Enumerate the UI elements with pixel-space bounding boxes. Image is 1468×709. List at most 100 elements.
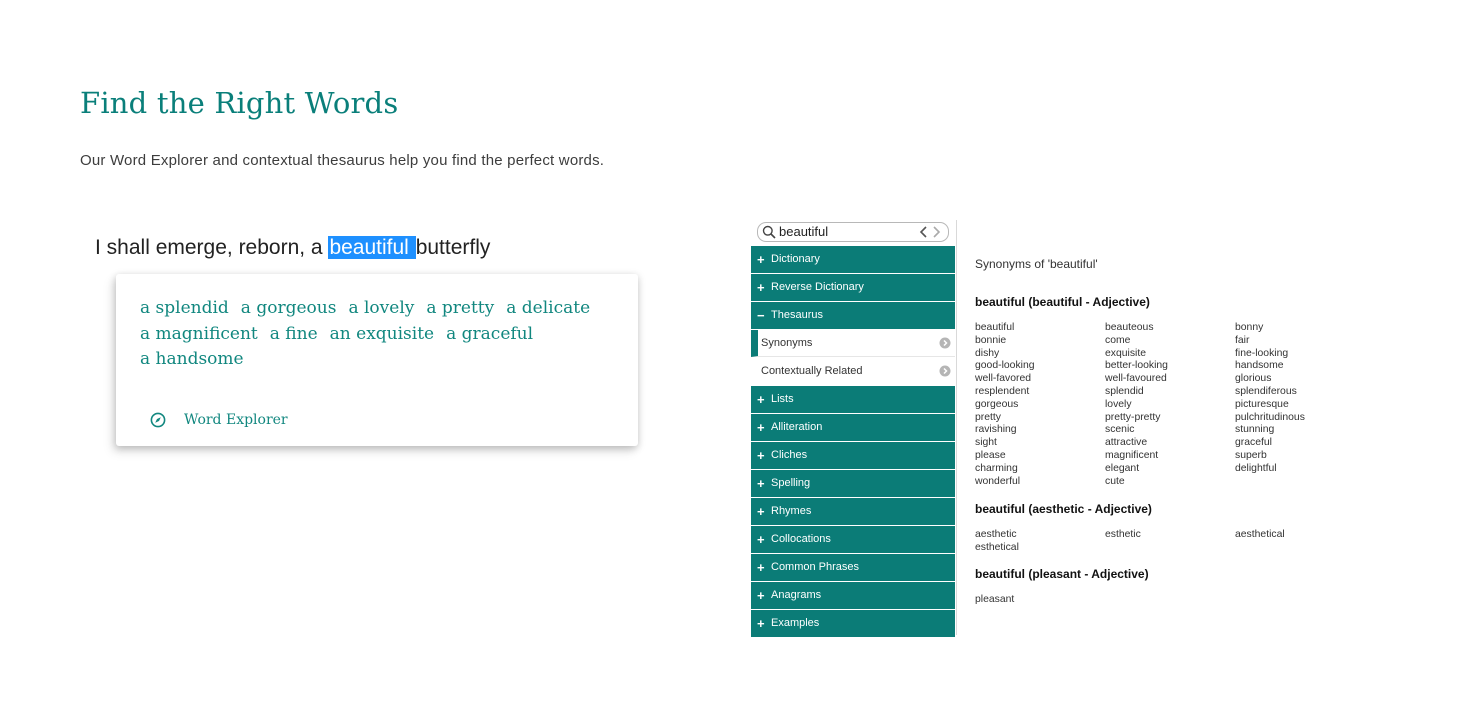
synonym-word[interactable]: picturesque xyxy=(1235,399,1345,412)
compass-icon xyxy=(150,412,166,428)
suggestion-a-gorgeous[interactable]: a gorgeous xyxy=(241,296,337,322)
synonym-word[interactable]: cute xyxy=(1105,476,1235,489)
synonym-word[interactable]: lovely xyxy=(1105,399,1235,412)
sidebar-item-anagrams[interactable]: + Anagrams xyxy=(751,582,955,609)
subnav-item-label: Contextually Related xyxy=(761,365,863,377)
synonym-word[interactable]: delightful xyxy=(1235,463,1345,476)
suggestion-a-lovely[interactable]: a lovely xyxy=(348,296,414,322)
synonym-word[interactable]: come xyxy=(1105,335,1235,348)
sidebar-item-label: Lists xyxy=(771,393,794,405)
synonym-word[interactable]: well-favoured xyxy=(1105,373,1235,386)
synonym-word[interactable]: esthetical xyxy=(975,542,1105,555)
synonym-word[interactable]: magnificent xyxy=(1105,450,1235,463)
example-sentence: I shall emerge, reborn, a beautiful butt… xyxy=(95,236,490,260)
synonym-word[interactable]: fair xyxy=(1235,335,1345,348)
sidebar-item-examples[interactable]: + Examples xyxy=(751,610,955,637)
synonym-word[interactable]: fine-looking xyxy=(1235,348,1345,361)
chevron-right-icon xyxy=(939,365,951,377)
word-explorer-link[interactable]: Word Explorer xyxy=(150,412,288,428)
suggestion-a-pretty[interactable]: a pretty xyxy=(426,296,494,322)
sidebar-item-dictionary[interactable]: + Dictionary xyxy=(751,246,955,273)
synonym-word[interactable]: good-looking xyxy=(975,360,1105,373)
synonym-word[interactable]: splendiferous xyxy=(1235,386,1345,399)
synonym-word[interactable]: pretty-pretty xyxy=(1105,412,1235,425)
plus-icon: + xyxy=(757,504,765,519)
synonym-word[interactable]: pleasant xyxy=(975,594,1105,607)
thesaurus-app: beautiful + Dictionary + Reverse Dictionary… xyxy=(751,220,1351,638)
suggestion-a-magnificent[interactable]: a magnificent xyxy=(140,322,258,348)
sidebar-item-alliteration[interactable]: + Alliteration xyxy=(751,414,955,441)
synonym-word[interactable]: stunning xyxy=(1235,424,1345,437)
synonym-word[interactable]: attractive xyxy=(1105,437,1235,450)
subnav-item-contextually-related[interactable]: Contextually Related xyxy=(751,358,955,385)
suggestion-a-fine[interactable]: a fine xyxy=(270,322,318,348)
plus-icon: + xyxy=(757,280,765,295)
synonym-word[interactable]: splendid xyxy=(1105,386,1235,399)
suggestion-a-splendid[interactable]: a splendid xyxy=(140,296,229,322)
synonym-word[interactable]: well-favored xyxy=(975,373,1105,386)
word-explorer-label: Word Explorer xyxy=(184,412,288,428)
synonym-word[interactable]: sight xyxy=(975,437,1105,450)
synonym-word[interactable]: charming xyxy=(975,463,1105,476)
synonym-word[interactable]: ravishing xyxy=(975,424,1105,437)
synonym-word[interactable]: scenic xyxy=(1105,424,1235,437)
sidebar-item-collocations[interactable]: + Collocations xyxy=(751,526,955,553)
synonym-word[interactable]: beauteous xyxy=(1105,322,1235,335)
synonym-word[interactable]: bonny xyxy=(1235,322,1345,335)
synonym-word[interactable]: graceful xyxy=(1235,437,1345,450)
subnav-item-label: Synonyms xyxy=(761,337,813,349)
sidebar-item-label: Cliches xyxy=(771,449,808,461)
plus-icon: + xyxy=(757,616,765,631)
synonym-word[interactable]: aesthetic xyxy=(975,529,1105,542)
synonym-word[interactable]: wonderful xyxy=(975,476,1105,489)
sidebar-item-common-phrases[interactable]: + Common Phrases xyxy=(751,554,955,581)
plus-icon: + xyxy=(757,476,765,491)
synonym-word[interactable]: superb xyxy=(1235,450,1345,463)
suggestion-a-delicate[interactable]: a delicate xyxy=(506,296,590,322)
synonym-word[interactable]: pretty xyxy=(975,412,1105,425)
synonym-grid: beautiful beauteous bonny bonnie come fair dis… xyxy=(975,322,1345,488)
sidebar-item-cliches[interactable]: + Cliches xyxy=(751,442,955,469)
sidebar-item-label: Thesaurus xyxy=(771,309,823,321)
sidebar-item-label: Dictionary xyxy=(771,253,820,265)
suggestion-list: a splendid a gorgeous a lovely a pretty a de… xyxy=(140,296,610,373)
sidebar-item-label: Rhymes xyxy=(771,505,812,517)
synonym-word[interactable]: exquisite xyxy=(1105,348,1235,361)
sidebar-item-label: Reverse Dictionary xyxy=(771,281,864,293)
minus-icon: − xyxy=(757,308,765,323)
synonym-word[interactable]: please xyxy=(975,450,1105,463)
sidebar: beautiful + Dictionary + Reverse Dictionary… xyxy=(751,220,957,638)
history-arrows-icon[interactable] xyxy=(918,225,944,239)
sidebar-item-label: Anagrams xyxy=(771,589,822,601)
synonym-word[interactable]: bonnie xyxy=(975,335,1105,348)
plus-icon: + xyxy=(757,420,765,435)
synonym-word[interactable]: elegant xyxy=(1105,463,1235,476)
search-input[interactable]: beautiful xyxy=(757,222,949,242)
synonym-word[interactable]: dishy xyxy=(975,348,1105,361)
plus-icon: + xyxy=(757,560,765,575)
suggestion-an-exquisite[interactable]: an exquisite xyxy=(330,322,434,348)
highlighted-word[interactable]: beautiful xyxy=(328,236,416,259)
sidebar-nav: + Dictionary + Reverse Dictionary − Thesaurus… xyxy=(751,246,955,638)
sidebar-item-reverse-dictionary[interactable]: + Reverse Dictionary xyxy=(751,274,955,301)
synonym-word[interactable]: beautiful xyxy=(975,322,1105,335)
synonym-word[interactable]: glorious xyxy=(1235,373,1345,386)
sidebar-item-thesaurus[interactable]: − Thesaurus xyxy=(751,302,955,329)
search-icon xyxy=(762,225,776,239)
synonym-grid: aesthetic esthetic aesthetical esthetical xyxy=(975,529,1345,555)
sidebar-item-lists[interactable]: + Lists xyxy=(751,386,955,413)
synonym-word[interactable]: resplendent xyxy=(975,386,1105,399)
sidebar-item-spelling[interactable]: + Spelling xyxy=(751,470,955,497)
sidebar-item-label: Examples xyxy=(771,617,820,629)
suggestion-a-graceful[interactable]: a graceful xyxy=(446,322,533,348)
subnav-item-synonyms[interactable]: Synonyms xyxy=(751,330,955,357)
synonym-word[interactable]: gorgeous xyxy=(975,399,1105,412)
synonym-word[interactable]: pulchritudinous xyxy=(1235,412,1345,425)
synonym-word[interactable]: aesthetical xyxy=(1235,529,1345,542)
synonym-word[interactable]: better-looking xyxy=(1105,360,1235,373)
suggestion-a-handsome[interactable]: a handsome xyxy=(140,347,244,373)
synonym-word[interactable]: handsome xyxy=(1235,360,1345,373)
plus-icon: + xyxy=(757,252,765,267)
synonym-word[interactable]: esthetic xyxy=(1105,529,1235,542)
sidebar-item-rhymes[interactable]: + Rhymes xyxy=(751,498,955,525)
